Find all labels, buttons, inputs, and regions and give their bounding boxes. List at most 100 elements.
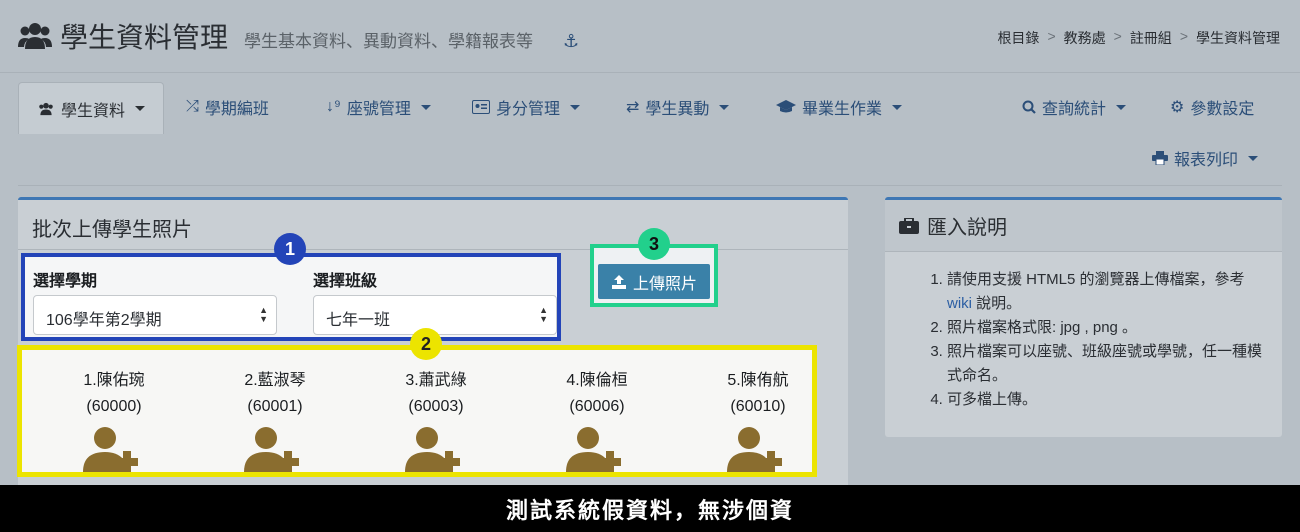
- nav-label: 學期編班: [204, 101, 269, 118]
- help-text: 照片檔案可以座號、班級座號或學號，任一種模式命名。: [947, 343, 1263, 384]
- breadcrumb-separator: >: [1113, 28, 1122, 44]
- breadcrumb-item-current: 學生資料管理: [1196, 30, 1280, 46]
- nav-label: 畢業生作業: [802, 101, 883, 118]
- page-header: 學生資料管理 學生基本資料、異動資料、學籍報表等 ⚓ 根目錄 > 教務處 > 註…: [0, 0, 1300, 72]
- help-text: 可多檔上傳。: [947, 391, 1038, 408]
- add-user-icon[interactable]: [566, 426, 628, 472]
- add-user-icon[interactable]: [83, 426, 145, 472]
- student-name: 4.陳倫桓: [566, 372, 628, 389]
- add-user-icon[interactable]: [244, 426, 306, 472]
- header-divider: [0, 72, 1300, 73]
- caret-down-icon: [420, 104, 431, 110]
- semester-value: 106學年第2學期: [46, 312, 162, 329]
- help-item: 請使用支援 HTML5 的瀏覽器上傳檔案，參考 wiki 說明。: [947, 268, 1272, 316]
- nav-parameter-settings[interactable]: ⚙ 參數設定: [1152, 80, 1272, 134]
- nav-report-print[interactable]: 報表列印: [1134, 132, 1276, 184]
- help-text: 請使用支援 HTML5 的瀏覽器上傳檔案，參考: [947, 271, 1245, 288]
- nav-query-statistics[interactable]: 查詢統計: [1004, 80, 1144, 134]
- caret-down-icon: [1248, 155, 1259, 161]
- caret-down-icon: [1116, 104, 1127, 110]
- upload-photo-button[interactable]: 上傳照片: [598, 264, 710, 299]
- select-arrows-icon: ▲ ▼: [259, 305, 268, 324]
- sort-numeric-icon: ↓⁹: [326, 98, 341, 115]
- nav-label: 查詢統計: [1042, 101, 1107, 118]
- semester-select[interactable]: 106學年第2學期 ▲ ▼: [33, 295, 277, 335]
- briefcase-icon: [899, 217, 919, 234]
- nav-student-transfer[interactable]: ⇄ 學生異動: [608, 80, 747, 134]
- caret-down-icon: [135, 106, 146, 111]
- help-item: 照片檔案可以座號、班級座號或學號，任一種模式命名。: [947, 340, 1272, 388]
- upload-icon: [611, 274, 626, 289]
- student-name: 3.蕭武綠: [405, 372, 467, 389]
- gear-icon: ⚙: [1170, 99, 1185, 116]
- selection-box: 選擇學期 106學年第2學期 ▲ ▼ 選擇班級 七年一班 ▲ ▼: [21, 253, 561, 341]
- import-help-panel: 匯入說明 請使用支援 HTML5 的瀏覽器上傳檔案，參考 wiki 說明。 照片…: [885, 197, 1282, 437]
- caret-down-icon: [570, 104, 581, 110]
- breadcrumb-item-academic[interactable]: 教務處: [1064, 28, 1106, 48]
- page-title: 學生資料管理: [60, 22, 229, 53]
- users-icon: [39, 102, 53, 115]
- exchange-icon: ⇄: [626, 99, 640, 116]
- student-name: 2.藍淑琴: [244, 372, 306, 389]
- nav-label: 參數設定: [1190, 101, 1255, 118]
- student-number: (60006): [569, 398, 625, 415]
- student-name: 1.陳佑琬: [83, 372, 145, 389]
- graduation-cap-icon: [776, 100, 796, 113]
- search-icon: [1022, 100, 1036, 114]
- breadcrumb-separator: >: [1047, 28, 1056, 44]
- caret-down-icon: [892, 104, 903, 110]
- upload-label: 上傳照片: [632, 275, 697, 293]
- student-number: (60003): [408, 398, 464, 415]
- nav-seat-management[interactable]: ↓⁹ 座號管理: [308, 80, 449, 134]
- caret-down-icon: [719, 104, 730, 110]
- add-user-icon[interactable]: [405, 426, 467, 472]
- anchor-icon[interactable]: ⚓: [563, 31, 579, 52]
- nav-divider: [18, 185, 1282, 186]
- annotation-badge-2: 2: [410, 328, 442, 360]
- nav-label: 學生資料: [61, 102, 126, 120]
- help-list: 請使用支援 HTML5 的瀏覽器上傳檔案，參考 wiki 說明。 照片檔案格式限…: [927, 268, 1272, 412]
- nav-label: 座號管理: [346, 101, 411, 118]
- help-text: 說明。: [972, 295, 1022, 312]
- student-card[interactable]: 4.陳倫桓 (60006): [527, 368, 667, 472]
- breadcrumb-separator: >: [1179, 28, 1188, 44]
- nav-student-data[interactable]: 學生資料: [18, 82, 165, 134]
- class-label: 選擇班級: [313, 273, 378, 290]
- student-number: (60010): [730, 398, 786, 415]
- student-photo-list: 1.陳佑琬 (60000) 2.藍淑琴 (60001) 3.蕭武綠 (60003…: [17, 345, 817, 477]
- nav-label: 身分管理: [496, 101, 561, 118]
- id-card-icon: [472, 100, 490, 114]
- class-value: 七年一班: [326, 312, 391, 329]
- page-subtitle: 學生基本資料、異動資料、學籍報表等: [244, 32, 534, 51]
- help-text: 照片檔案格式限: jpg , png 。: [947, 319, 1138, 336]
- main-nav: 學生資料 ⤮ 學期編班 ↓⁹ 座號管理 身分管理 ⇄ 學生異動 畢業生作業 查詢…: [18, 80, 1282, 186]
- semester-label: 選擇學期: [33, 273, 98, 290]
- class-select[interactable]: 七年一班 ▲ ▼: [313, 295, 557, 335]
- help-item: 可多檔上傳。: [947, 388, 1272, 412]
- wiki-link[interactable]: wiki: [947, 295, 972, 312]
- student-card[interactable]: 1.陳佑琬 (60000): [44, 368, 184, 472]
- student-card[interactable]: 5.陳侑航 (60010): [688, 368, 828, 472]
- panel-title: 批次上傳學生照片: [18, 200, 848, 250]
- title-wrap: 學生資料管理 學生基本資料、異動資料、學籍報表等 ⚓: [18, 16, 579, 56]
- users-icon: [18, 23, 52, 49]
- annotation-badge-1: 1: [274, 233, 306, 265]
- nav-label: 學生異動: [645, 101, 710, 118]
- nav-class-assignment[interactable]: ⤮ 學期編班: [168, 80, 287, 134]
- student-name: 5.陳侑航: [727, 372, 789, 389]
- breadcrumb-item-registration[interactable]: 註冊組: [1130, 28, 1172, 48]
- student-number: (60000): [86, 398, 142, 415]
- help-title: 匯入說明: [927, 217, 1007, 239]
- breadcrumb-item-root[interactable]: 根目錄: [997, 28, 1039, 48]
- annotation-badge-3: 3: [638, 228, 670, 260]
- student-card[interactable]: 3.蕭武綠 (60003): [366, 368, 506, 472]
- breadcrumb: 根目錄 > 教務處 > 註冊組 > 學生資料管理: [997, 28, 1280, 48]
- select-arrows-icon: ▲ ▼: [539, 305, 548, 324]
- nav-graduate-operations[interactable]: 畢業生作業: [758, 80, 920, 134]
- nav-identity-management[interactable]: 身分管理: [454, 80, 598, 134]
- test-data-banner: 測試系統假資料，無涉個資: [0, 485, 1300, 532]
- student-card[interactable]: 2.藍淑琴 (60001): [205, 368, 345, 472]
- shuffle-icon: ⤮: [186, 98, 199, 115]
- help-panel-header: 匯入說明: [885, 200, 1282, 252]
- add-user-icon[interactable]: [727, 426, 789, 472]
